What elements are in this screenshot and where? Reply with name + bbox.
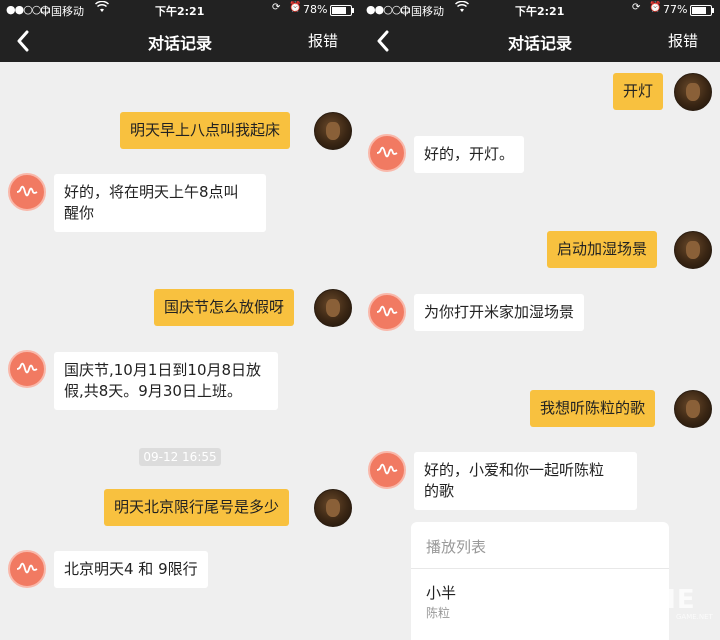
bot-message[interactable]: 北京明天4 和 9限行	[54, 551, 208, 588]
user-message[interactable]: 启动加湿场景	[547, 231, 658, 268]
clock: 下午2:21	[155, 5, 205, 18]
alarm-icon: ⏰	[289, 2, 302, 13]
playlist-title: 播放列表	[426, 538, 487, 556]
wifi-icon	[454, 0, 470, 16]
user-message[interactable]: 明天早上八点叫我起床	[120, 112, 291, 149]
xiaoai-bot-icon	[368, 451, 406, 489]
clock: 下午2:21	[515, 5, 565, 18]
timestamp: 09-12 16:55	[139, 448, 221, 466]
rotation-lock-icon: ⟳	[272, 2, 281, 13]
battery-percent: 78%	[303, 3, 328, 16]
song-name: 小半	[426, 584, 457, 602]
battery-icon	[690, 5, 714, 16]
wifi-icon	[94, 0, 110, 16]
page-title: 对话记录	[147, 34, 212, 53]
top-bar: ●●○○○ 中国移动 下午2:21 ⟳ ⏰ 78% 对话记录 报错	[0, 0, 360, 62]
user-avatar	[314, 289, 352, 327]
rotation-lock-icon: ⟳	[632, 2, 641, 13]
status-bar: ●●○○○ 中国移动 下午2:21 ⟳ ⏰ 78%	[0, 0, 360, 20]
bot-message[interactable]: 好的，将在明天上午8点叫 醒你	[54, 174, 266, 232]
user-avatar	[314, 489, 352, 527]
nav-bar: 对话记录 报错	[0, 20, 360, 62]
battery-icon	[330, 5, 354, 16]
back-button[interactable]	[8, 26, 38, 56]
user-avatar	[674, 231, 712, 269]
user-message[interactable]: 我想听陈粒的歌	[530, 390, 656, 427]
watermark: ME	[650, 585, 696, 615]
user-avatar	[674, 390, 712, 428]
status-bar: ●●○○○ 中国移动 下午2:21 ⟳ ⏰ 77%	[360, 0, 720, 20]
bot-message[interactable]: 好的，开灯。	[414, 136, 525, 173]
page-title: 对话记录	[507, 34, 572, 53]
back-button[interactable]	[368, 26, 398, 56]
top-bar: ●●○○○ 中国移动 下午2:21 ⟳ ⏰ 77% 对话记录 报错	[360, 0, 720, 62]
left-screen: ●●○○○ 中国移动 下午2:21 ⟳ ⏰ 78% 对话记录 报错 明天早上八点…	[0, 0, 360, 640]
user-message[interactable]: 明天北京限行尾号是多少	[104, 489, 290, 526]
report-button[interactable]: 报错	[308, 30, 338, 51]
bot-message[interactable]: 国庆节,10月1日到10月8日放 假,共8天。9月30日上班。	[54, 352, 278, 410]
report-button[interactable]: 报错	[668, 30, 698, 51]
xiaoai-bot-icon	[368, 134, 406, 172]
user-message[interactable]: 开灯	[613, 73, 664, 110]
xiaoai-bot-icon	[368, 293, 406, 331]
xiaoai-bot-icon	[8, 550, 46, 588]
carrier-label: 中国移动	[40, 5, 84, 18]
playlist-card: 播放列表 小半 陈粒	[411, 522, 669, 640]
user-message[interactable]: 国庆节怎么放假呀	[154, 289, 295, 326]
user-avatar	[674, 73, 712, 111]
user-avatar	[314, 112, 352, 150]
xiaoai-bot-icon	[8, 350, 46, 388]
battery-percent: 77%	[663, 3, 688, 16]
divider	[411, 568, 669, 569]
song-artist: 陈粒	[426, 606, 451, 620]
bot-message[interactable]: 为你打开米家加湿场景	[414, 294, 585, 331]
xiaoai-bot-icon	[8, 173, 46, 211]
watermark-subtext: GAME.NET	[676, 613, 713, 621]
alarm-icon: ⏰	[649, 2, 662, 13]
carrier-label: 中国移动	[400, 5, 444, 18]
nav-bar: 对话记录 报错	[360, 20, 720, 62]
bot-message[interactable]: 好的，小爱和你一起听陈粒 的歌	[414, 452, 637, 510]
